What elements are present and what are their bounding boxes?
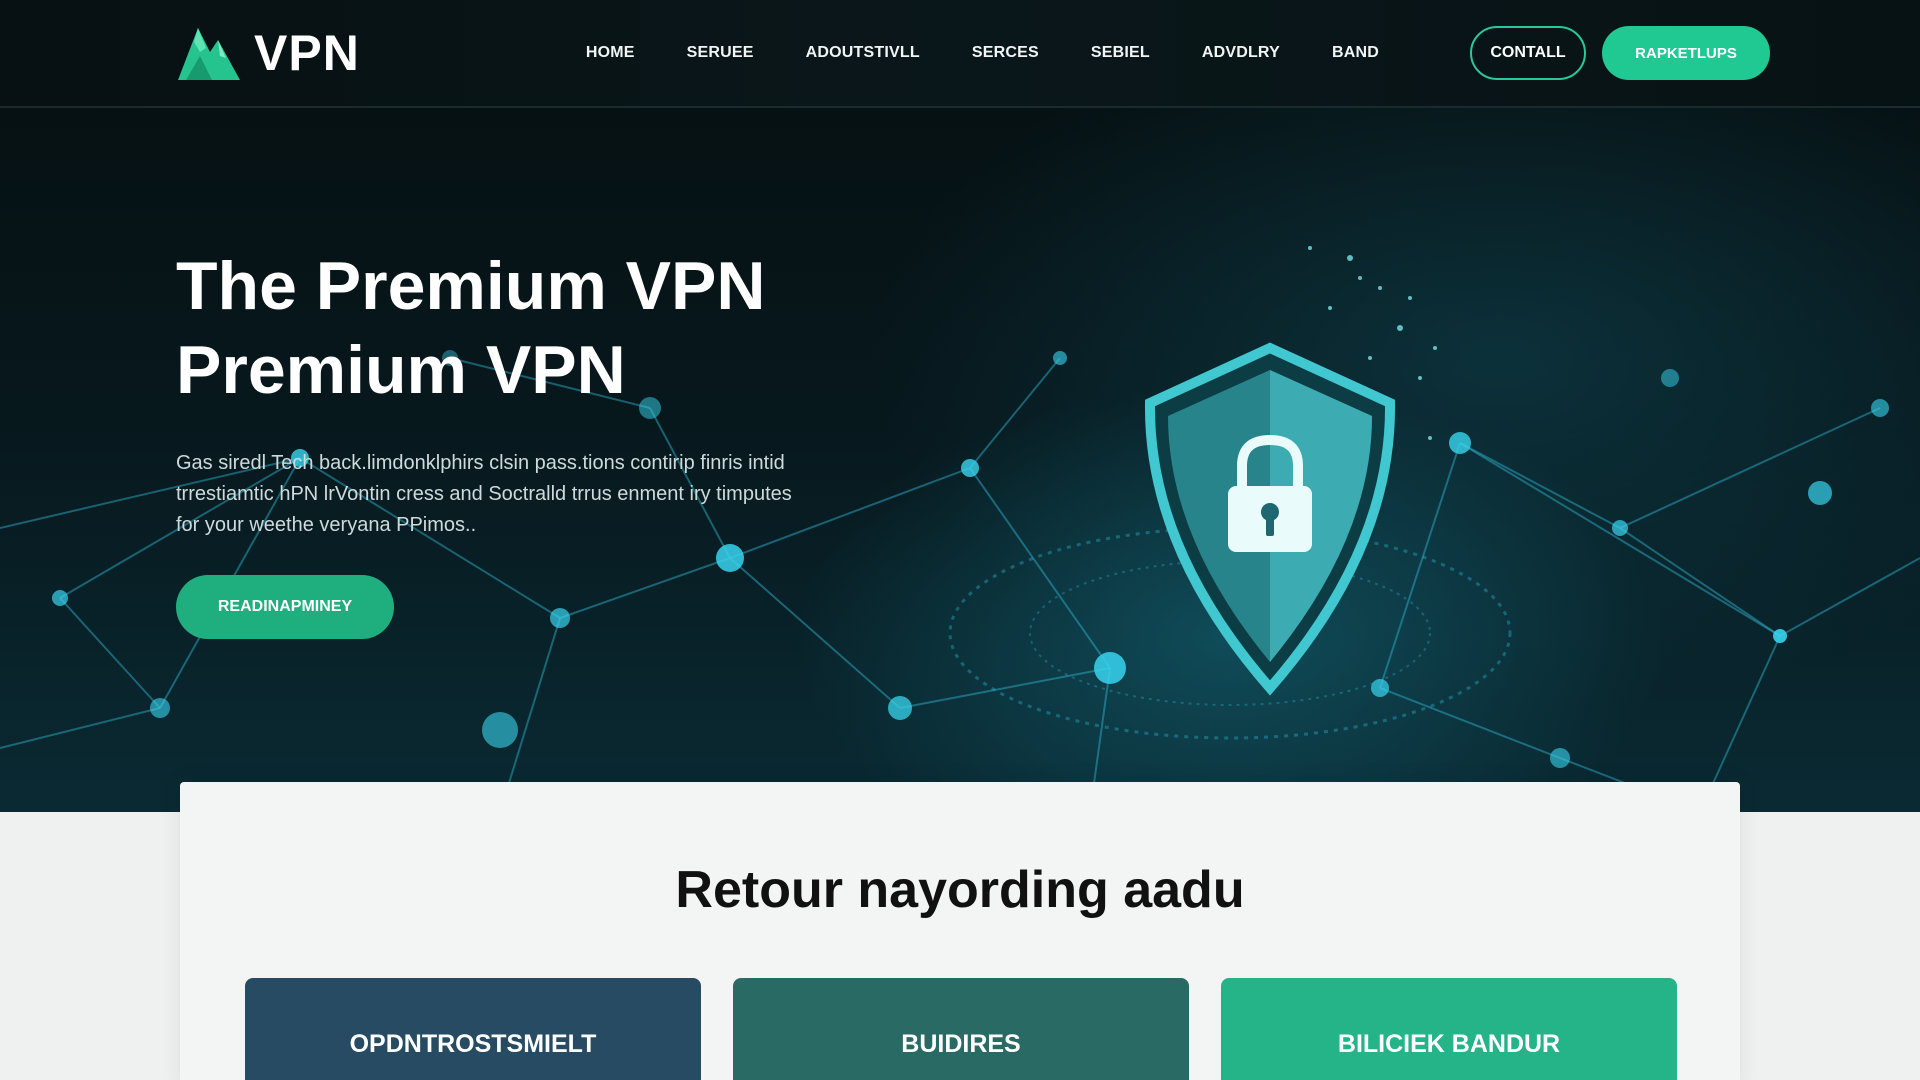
main-nav: HOME SERUEE ADOUTSTIVLL SERCES SEBIEL AD…: [586, 44, 1379, 62]
feature-card-1[interactable]: OPDNTROSTSMIELT: [245, 978, 701, 1080]
hero-cta-button[interactable]: READINAPMINEY: [176, 575, 394, 639]
hero-title-line1: The Premium VPN: [176, 248, 766, 324]
mountain-logo-icon: [178, 28, 240, 80]
nav-link-2[interactable]: SERUEE: [687, 44, 754, 62]
feature-card-2[interactable]: BUIDIRES: [733, 978, 1189, 1080]
contact-button[interactable]: CONTALL: [1470, 26, 1586, 80]
nav-link-4[interactable]: SERCES: [972, 44, 1039, 62]
top-navbar: VPN HOME SERUEE ADOUTSTIVLL SERCES SEBIE…: [0, 0, 1920, 108]
hero-title-line2: Premium VPN: [176, 332, 626, 408]
nav-link-band[interactable]: BAND: [1332, 44, 1379, 62]
nav-link-6[interactable]: ADVDLRY: [1202, 44, 1280, 62]
primary-action-button[interactable]: RAPKETLUPS: [1602, 26, 1770, 80]
hero-description: Gas siredl Tech back.limdonklphirs clsin…: [176, 452, 792, 536]
hero-section: The Premium VPN Premium VPN Gas siredl T…: [0, 108, 1920, 812]
brand-name: VPN: [254, 25, 360, 81]
feature-card-3[interactable]: BILICIEK BANDUR: [1221, 978, 1677, 1080]
nav-link-3[interactable]: ADOUTSTIVLL: [806, 44, 920, 62]
features-section: Retour nayording aadu OPDNTROSTSMIELT BU…: [180, 782, 1740, 1080]
brand[interactable]: VPN: [176, 22, 360, 84]
section-title: Retour nayording aadu: [675, 861, 1245, 919]
nav-link-5[interactable]: SEBIEL: [1091, 44, 1150, 62]
hero-title: The Premium VPN Premium VPN: [176, 244, 816, 412]
nav-link-home[interactable]: HOME: [586, 44, 635, 62]
shield-lock-icon: [1144, 246, 1437, 696]
nav-actions: CONTALL RAPKETLUPS: [1470, 26, 1770, 80]
